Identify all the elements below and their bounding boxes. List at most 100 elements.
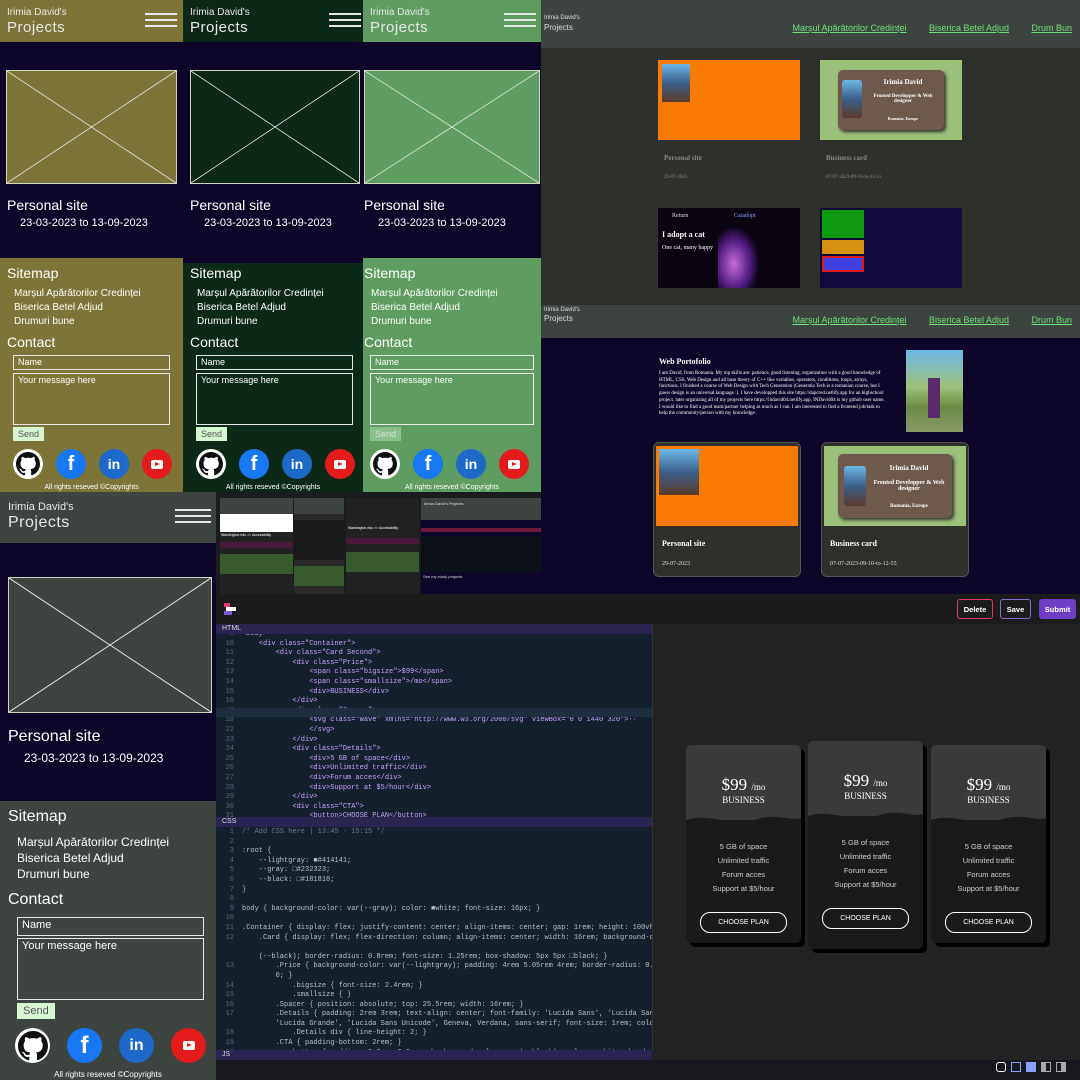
sitemap-link[interactable]: Marșul Apărătorilor Credinței	[371, 287, 498, 301]
facebook-icon[interactable]: f	[56, 449, 86, 479]
line-number: 12	[225, 658, 234, 667]
github-icon[interactable]	[13, 449, 43, 479]
line-number: 26	[225, 764, 234, 773]
colored-blocks-thumbnail[interactable]	[820, 208, 962, 288]
project-name[interactable]: Personal site	[190, 197, 271, 213]
sitemap-link[interactable]: Marșul Apărătorilor Credinței	[197, 287, 324, 301]
sitemap-link[interactable]: Biserica Betel Adjud	[17, 850, 169, 866]
project-dates: 23-03-2023 to 13-09-2023	[378, 217, 506, 229]
linkedin-icon[interactable]: in	[282, 449, 312, 479]
hamburger-icon[interactable]	[175, 509, 211, 525]
business-role: Fronted Developper & Web designer	[873, 480, 945, 492]
thumbnail[interactable]: Washington.edu >> Accessibility	[346, 498, 419, 594]
nav-link[interactable]: Marșul Apărătorilor Credinței	[792, 315, 906, 325]
line-number: 25	[225, 754, 234, 763]
line-number: 1	[229, 828, 234, 836]
line-number: 23	[225, 735, 234, 744]
personal-site-thumbnail[interactable]	[658, 60, 800, 140]
youtube-icon[interactable]	[171, 1028, 206, 1063]
delete-button[interactable]: Delete	[957, 599, 993, 619]
message-textarea[interactable]: Your message here	[196, 373, 353, 425]
html-pane-tab[interactable]: HTML	[216, 624, 652, 634]
nav-link[interactable]: Drum Bun	[1031, 23, 1072, 33]
sitemap-link[interactable]: Biserica Betel Adjud	[197, 301, 324, 315]
sitemap-link[interactable]: Drumuri bune	[371, 315, 498, 329]
nav-link[interactable]: Marșul Apărătorilor Credinței	[792, 23, 906, 33]
sitemap-link[interactable]: Marșul Apărătorilor Credinței	[17, 834, 169, 850]
facebook-icon[interactable]: f	[239, 449, 269, 479]
code-text: <div class="Price">	[242, 658, 373, 667]
sitemap-link[interactable]: Biserica Betel Adjud	[371, 301, 498, 315]
linkedin-icon[interactable]: in	[99, 449, 129, 479]
business-card-thumbnail[interactable]: Irimia David Fronted Developper & Web de…	[820, 60, 962, 140]
choose-plan-button[interactable]: CHOOSE PLAN	[822, 908, 909, 929]
hamburger-icon[interactable]	[329, 13, 361, 29]
thumbnail[interactable]	[294, 498, 344, 594]
code-editor: Delete Save Submit HTML 9 <body> 10 <div c…	[216, 594, 1080, 1080]
line-number: 10	[225, 914, 234, 923]
project-card[interactable]: Personal site 29-07-2023	[653, 442, 801, 577]
sitemap-link[interactable]: Drumuri bune	[17, 866, 169, 882]
site-header: Irimia David's Projects	[183, 0, 363, 42]
project-name[interactable]: Personal site	[8, 728, 101, 746]
dot-icon[interactable]	[996, 1062, 1006, 1072]
plan-tier: BUSINESS	[967, 795, 1010, 805]
youtube-icon[interactable]	[142, 449, 172, 479]
css-pane-tab[interactable]: CSS	[216, 817, 652, 827]
js-pane-tab[interactable]: JS	[216, 1050, 652, 1060]
line-number: 10	[225, 639, 234, 648]
youtube-icon[interactable]	[325, 449, 355, 479]
layout-icon[interactable]	[1056, 1062, 1066, 1072]
project-name[interactable]: Personal site	[364, 197, 445, 213]
youtube-icon[interactable]	[499, 449, 529, 479]
line-number: 7	[229, 885, 234, 894]
nav-link[interactable]: Biserica Betel Adjud	[929, 315, 1009, 325]
project-name[interactable]: Personal site	[7, 197, 88, 213]
hamburger-icon[interactable]	[145, 13, 177, 29]
name-input[interactable]: Name	[13, 355, 170, 370]
adopt-cat-thumbnail[interactable]: Return Catadopt I adopt a cat One cat, m…	[658, 208, 800, 288]
code-text: <div>BUSINESS</div>	[242, 687, 390, 696]
linkedin-icon[interactable]: in	[456, 449, 486, 479]
send-button[interactable]: Send	[13, 427, 45, 441]
layout-icon[interactable]	[1026, 1062, 1036, 1072]
thumbnail[interactable]: Washington.edu >> Accessibility	[220, 498, 293, 594]
sitemap-link[interactable]: Drumuri bune	[14, 315, 141, 329]
github-icon[interactable]	[196, 449, 226, 479]
send-button[interactable]: Send	[370, 427, 402, 441]
sitemap-link[interactable]: Drumuri bune	[197, 315, 324, 329]
submit-button[interactable]: Submit	[1039, 599, 1076, 619]
copyright-text: All rights reseved ©Copyrights	[54, 1070, 162, 1079]
name-input[interactable]: Name	[17, 917, 204, 936]
layout-icon[interactable]	[1041, 1062, 1051, 1072]
copyright-text: All rights reseved ©Copyrights	[225, 484, 321, 491]
message-textarea[interactable]: Your message here	[17, 938, 204, 1000]
send-button[interactable]: Send	[196, 427, 228, 441]
hamburger-icon[interactable]	[504, 13, 536, 29]
facebook-icon[interactable]: f	[67, 1028, 102, 1063]
project-dates: 23-03-2023 to 13-09-2023	[204, 217, 332, 229]
choose-plan-button[interactable]: CHOOSE PLAN	[945, 912, 1032, 933]
facebook-icon[interactable]: f	[413, 449, 443, 479]
contact-title: Contact	[364, 334, 413, 350]
nav-link[interactable]: Biserica Betel Adjud	[929, 23, 1009, 33]
name-input[interactable]: Name	[196, 355, 353, 370]
layout-icon[interactable]	[1011, 1062, 1021, 1072]
linkedin-icon[interactable]: in	[119, 1028, 154, 1063]
thumbnail[interactable]: Irimia David's Projects See my study pro…	[421, 498, 541, 594]
sitemap-link[interactable]: Biserica Betel Adjud	[14, 301, 141, 315]
message-textarea[interactable]: Your message here	[370, 373, 534, 425]
line-number: 19	[225, 1039, 234, 1048]
name-input[interactable]: Name	[370, 355, 534, 370]
github-icon[interactable]	[370, 449, 400, 479]
choose-plan-button[interactable]: CHOOSE PLAN	[700, 912, 787, 933]
back-link[interactable]: Return	[672, 213, 688, 219]
message-textarea[interactable]: Your message here	[13, 373, 170, 425]
project-card[interactable]: Irimia David Fronted Developper & Web de…	[821, 442, 969, 577]
send-button[interactable]: Send	[17, 1003, 55, 1019]
sitemap-link[interactable]: Marșul Apărătorilor Credinței	[14, 287, 141, 301]
save-button[interactable]: Save	[1000, 599, 1031, 619]
nav-link[interactable]: Drum Bun	[1031, 315, 1072, 325]
github-icon[interactable]	[15, 1028, 50, 1063]
copyright-text: All rights reseved ©Copyrights	[44, 484, 139, 491]
